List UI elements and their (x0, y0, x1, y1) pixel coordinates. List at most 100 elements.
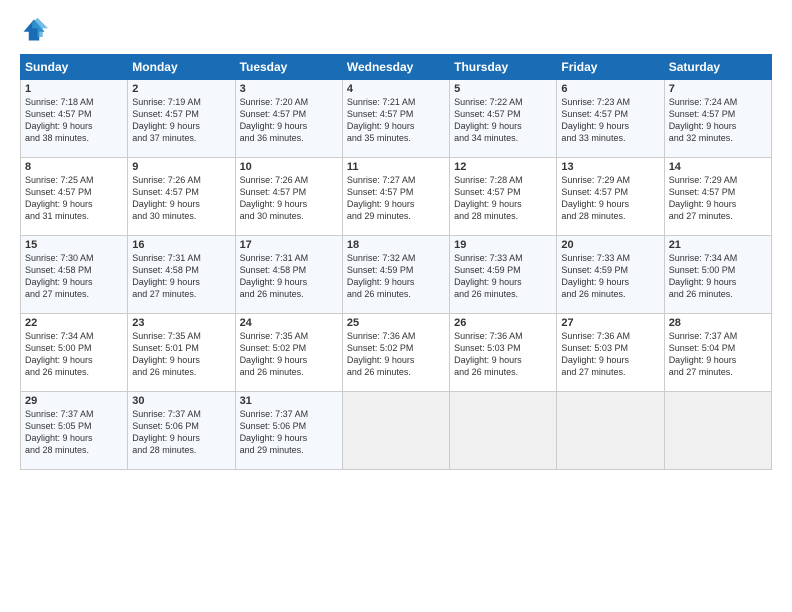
weekday-header: Friday (557, 55, 664, 80)
day-number: 7 (669, 83, 767, 95)
day-info: Sunrise: 7:29 AMSunset: 4:57 PMDaylight:… (561, 174, 659, 223)
calendar-cell: 10Sunrise: 7:26 AMSunset: 4:57 PMDayligh… (235, 158, 342, 236)
calendar-cell: 9Sunrise: 7:26 AMSunset: 4:57 PMDaylight… (128, 158, 235, 236)
day-info: Sunrise: 7:36 AMSunset: 5:03 PMDaylight:… (561, 330, 659, 379)
day-number: 17 (240, 239, 338, 251)
calendar-cell: 4Sunrise: 7:21 AMSunset: 4:57 PMDaylight… (342, 80, 449, 158)
day-info: Sunrise: 7:35 AMSunset: 5:02 PMDaylight:… (240, 330, 338, 379)
calendar-cell: 12Sunrise: 7:28 AMSunset: 4:57 PMDayligh… (450, 158, 557, 236)
day-info: Sunrise: 7:25 AMSunset: 4:57 PMDaylight:… (25, 174, 123, 223)
calendar-table: SundayMondayTuesdayWednesdayThursdayFrid… (20, 54, 772, 470)
calendar-cell (664, 392, 771, 470)
calendar-cell: 3Sunrise: 7:20 AMSunset: 4:57 PMDaylight… (235, 80, 342, 158)
calendar-cell: 22Sunrise: 7:34 AMSunset: 5:00 PMDayligh… (21, 314, 128, 392)
calendar-week: 8Sunrise: 7:25 AMSunset: 4:57 PMDaylight… (21, 158, 772, 236)
day-number: 10 (240, 161, 338, 173)
day-info: Sunrise: 7:23 AMSunset: 4:57 PMDaylight:… (561, 96, 659, 145)
calendar-cell: 11Sunrise: 7:27 AMSunset: 4:57 PMDayligh… (342, 158, 449, 236)
logo-icon (20, 16, 48, 44)
day-info: Sunrise: 7:30 AMSunset: 4:58 PMDaylight:… (25, 252, 123, 301)
calendar-cell: 25Sunrise: 7:36 AMSunset: 5:02 PMDayligh… (342, 314, 449, 392)
day-number: 2 (132, 83, 230, 95)
day-number: 8 (25, 161, 123, 173)
day-number: 31 (240, 395, 338, 407)
day-number: 30 (132, 395, 230, 407)
page: SundayMondayTuesdayWednesdayThursdayFrid… (0, 0, 792, 612)
day-info: Sunrise: 7:20 AMSunset: 4:57 PMDaylight:… (240, 96, 338, 145)
day-info: Sunrise: 7:34 AMSunset: 5:00 PMDaylight:… (669, 252, 767, 301)
day-info: Sunrise: 7:27 AMSunset: 4:57 PMDaylight:… (347, 174, 445, 223)
calendar-cell: 2Sunrise: 7:19 AMSunset: 4:57 PMDaylight… (128, 80, 235, 158)
calendar-cell: 18Sunrise: 7:32 AMSunset: 4:59 PMDayligh… (342, 236, 449, 314)
day-number: 29 (25, 395, 123, 407)
calendar-cell: 17Sunrise: 7:31 AMSunset: 4:58 PMDayligh… (235, 236, 342, 314)
day-info: Sunrise: 7:37 AMSunset: 5:06 PMDaylight:… (132, 408, 230, 457)
calendar-cell: 26Sunrise: 7:36 AMSunset: 5:03 PMDayligh… (450, 314, 557, 392)
day-number: 26 (454, 317, 552, 329)
day-number: 20 (561, 239, 659, 251)
day-number: 12 (454, 161, 552, 173)
day-info: Sunrise: 7:26 AMSunset: 4:57 PMDaylight:… (132, 174, 230, 223)
day-number: 3 (240, 83, 338, 95)
day-number: 21 (669, 239, 767, 251)
calendar-cell: 15Sunrise: 7:30 AMSunset: 4:58 PMDayligh… (21, 236, 128, 314)
day-number: 22 (25, 317, 123, 329)
calendar-cell: 28Sunrise: 7:37 AMSunset: 5:04 PMDayligh… (664, 314, 771, 392)
day-number: 11 (347, 161, 445, 173)
calendar-week: 29Sunrise: 7:37 AMSunset: 5:05 PMDayligh… (21, 392, 772, 470)
calendar-cell: 1Sunrise: 7:18 AMSunset: 4:57 PMDaylight… (21, 80, 128, 158)
day-info: Sunrise: 7:37 AMSunset: 5:04 PMDaylight:… (669, 330, 767, 379)
calendar-cell (450, 392, 557, 470)
day-info: Sunrise: 7:32 AMSunset: 4:59 PMDaylight:… (347, 252, 445, 301)
weekday-header: Tuesday (235, 55, 342, 80)
logo (20, 16, 52, 44)
header (20, 16, 772, 44)
calendar-cell: 31Sunrise: 7:37 AMSunset: 5:06 PMDayligh… (235, 392, 342, 470)
day-info: Sunrise: 7:35 AMSunset: 5:01 PMDaylight:… (132, 330, 230, 379)
day-number: 18 (347, 239, 445, 251)
day-info: Sunrise: 7:18 AMSunset: 4:57 PMDaylight:… (25, 96, 123, 145)
calendar-body: 1Sunrise: 7:18 AMSunset: 4:57 PMDaylight… (21, 80, 772, 470)
day-info: Sunrise: 7:26 AMSunset: 4:57 PMDaylight:… (240, 174, 338, 223)
calendar-cell: 13Sunrise: 7:29 AMSunset: 4:57 PMDayligh… (557, 158, 664, 236)
day-info: Sunrise: 7:31 AMSunset: 4:58 PMDaylight:… (132, 252, 230, 301)
weekday-header: Saturday (664, 55, 771, 80)
calendar-cell: 27Sunrise: 7:36 AMSunset: 5:03 PMDayligh… (557, 314, 664, 392)
day-info: Sunrise: 7:34 AMSunset: 5:00 PMDaylight:… (25, 330, 123, 379)
day-number: 25 (347, 317, 445, 329)
weekday-header: Monday (128, 55, 235, 80)
calendar-cell: 21Sunrise: 7:34 AMSunset: 5:00 PMDayligh… (664, 236, 771, 314)
day-info: Sunrise: 7:36 AMSunset: 5:03 PMDaylight:… (454, 330, 552, 379)
day-info: Sunrise: 7:37 AMSunset: 5:05 PMDaylight:… (25, 408, 123, 457)
calendar-cell: 16Sunrise: 7:31 AMSunset: 4:58 PMDayligh… (128, 236, 235, 314)
weekday-header: Thursday (450, 55, 557, 80)
day-info: Sunrise: 7:37 AMSunset: 5:06 PMDaylight:… (240, 408, 338, 457)
day-number: 4 (347, 83, 445, 95)
day-number: 9 (132, 161, 230, 173)
weekday-header: Wednesday (342, 55, 449, 80)
day-info: Sunrise: 7:33 AMSunset: 4:59 PMDaylight:… (561, 252, 659, 301)
day-info: Sunrise: 7:36 AMSunset: 5:02 PMDaylight:… (347, 330, 445, 379)
day-number: 23 (132, 317, 230, 329)
calendar-cell: 5Sunrise: 7:22 AMSunset: 4:57 PMDaylight… (450, 80, 557, 158)
day-number: 16 (132, 239, 230, 251)
calendar-week: 15Sunrise: 7:30 AMSunset: 4:58 PMDayligh… (21, 236, 772, 314)
weekday-row: SundayMondayTuesdayWednesdayThursdayFrid… (21, 55, 772, 80)
day-info: Sunrise: 7:24 AMSunset: 4:57 PMDaylight:… (669, 96, 767, 145)
calendar-cell: 6Sunrise: 7:23 AMSunset: 4:57 PMDaylight… (557, 80, 664, 158)
day-info: Sunrise: 7:29 AMSunset: 4:57 PMDaylight:… (669, 174, 767, 223)
calendar-cell (342, 392, 449, 470)
calendar-cell (557, 392, 664, 470)
day-number: 5 (454, 83, 552, 95)
day-info: Sunrise: 7:28 AMSunset: 4:57 PMDaylight:… (454, 174, 552, 223)
calendar-cell: 30Sunrise: 7:37 AMSunset: 5:06 PMDayligh… (128, 392, 235, 470)
day-info: Sunrise: 7:31 AMSunset: 4:58 PMDaylight:… (240, 252, 338, 301)
calendar-cell: 23Sunrise: 7:35 AMSunset: 5:01 PMDayligh… (128, 314, 235, 392)
day-number: 24 (240, 317, 338, 329)
calendar-header: SundayMondayTuesdayWednesdayThursdayFrid… (21, 55, 772, 80)
calendar-cell: 29Sunrise: 7:37 AMSunset: 5:05 PMDayligh… (21, 392, 128, 470)
calendar-cell: 14Sunrise: 7:29 AMSunset: 4:57 PMDayligh… (664, 158, 771, 236)
calendar-cell: 8Sunrise: 7:25 AMSunset: 4:57 PMDaylight… (21, 158, 128, 236)
calendar-week: 1Sunrise: 7:18 AMSunset: 4:57 PMDaylight… (21, 80, 772, 158)
day-info: Sunrise: 7:21 AMSunset: 4:57 PMDaylight:… (347, 96, 445, 145)
